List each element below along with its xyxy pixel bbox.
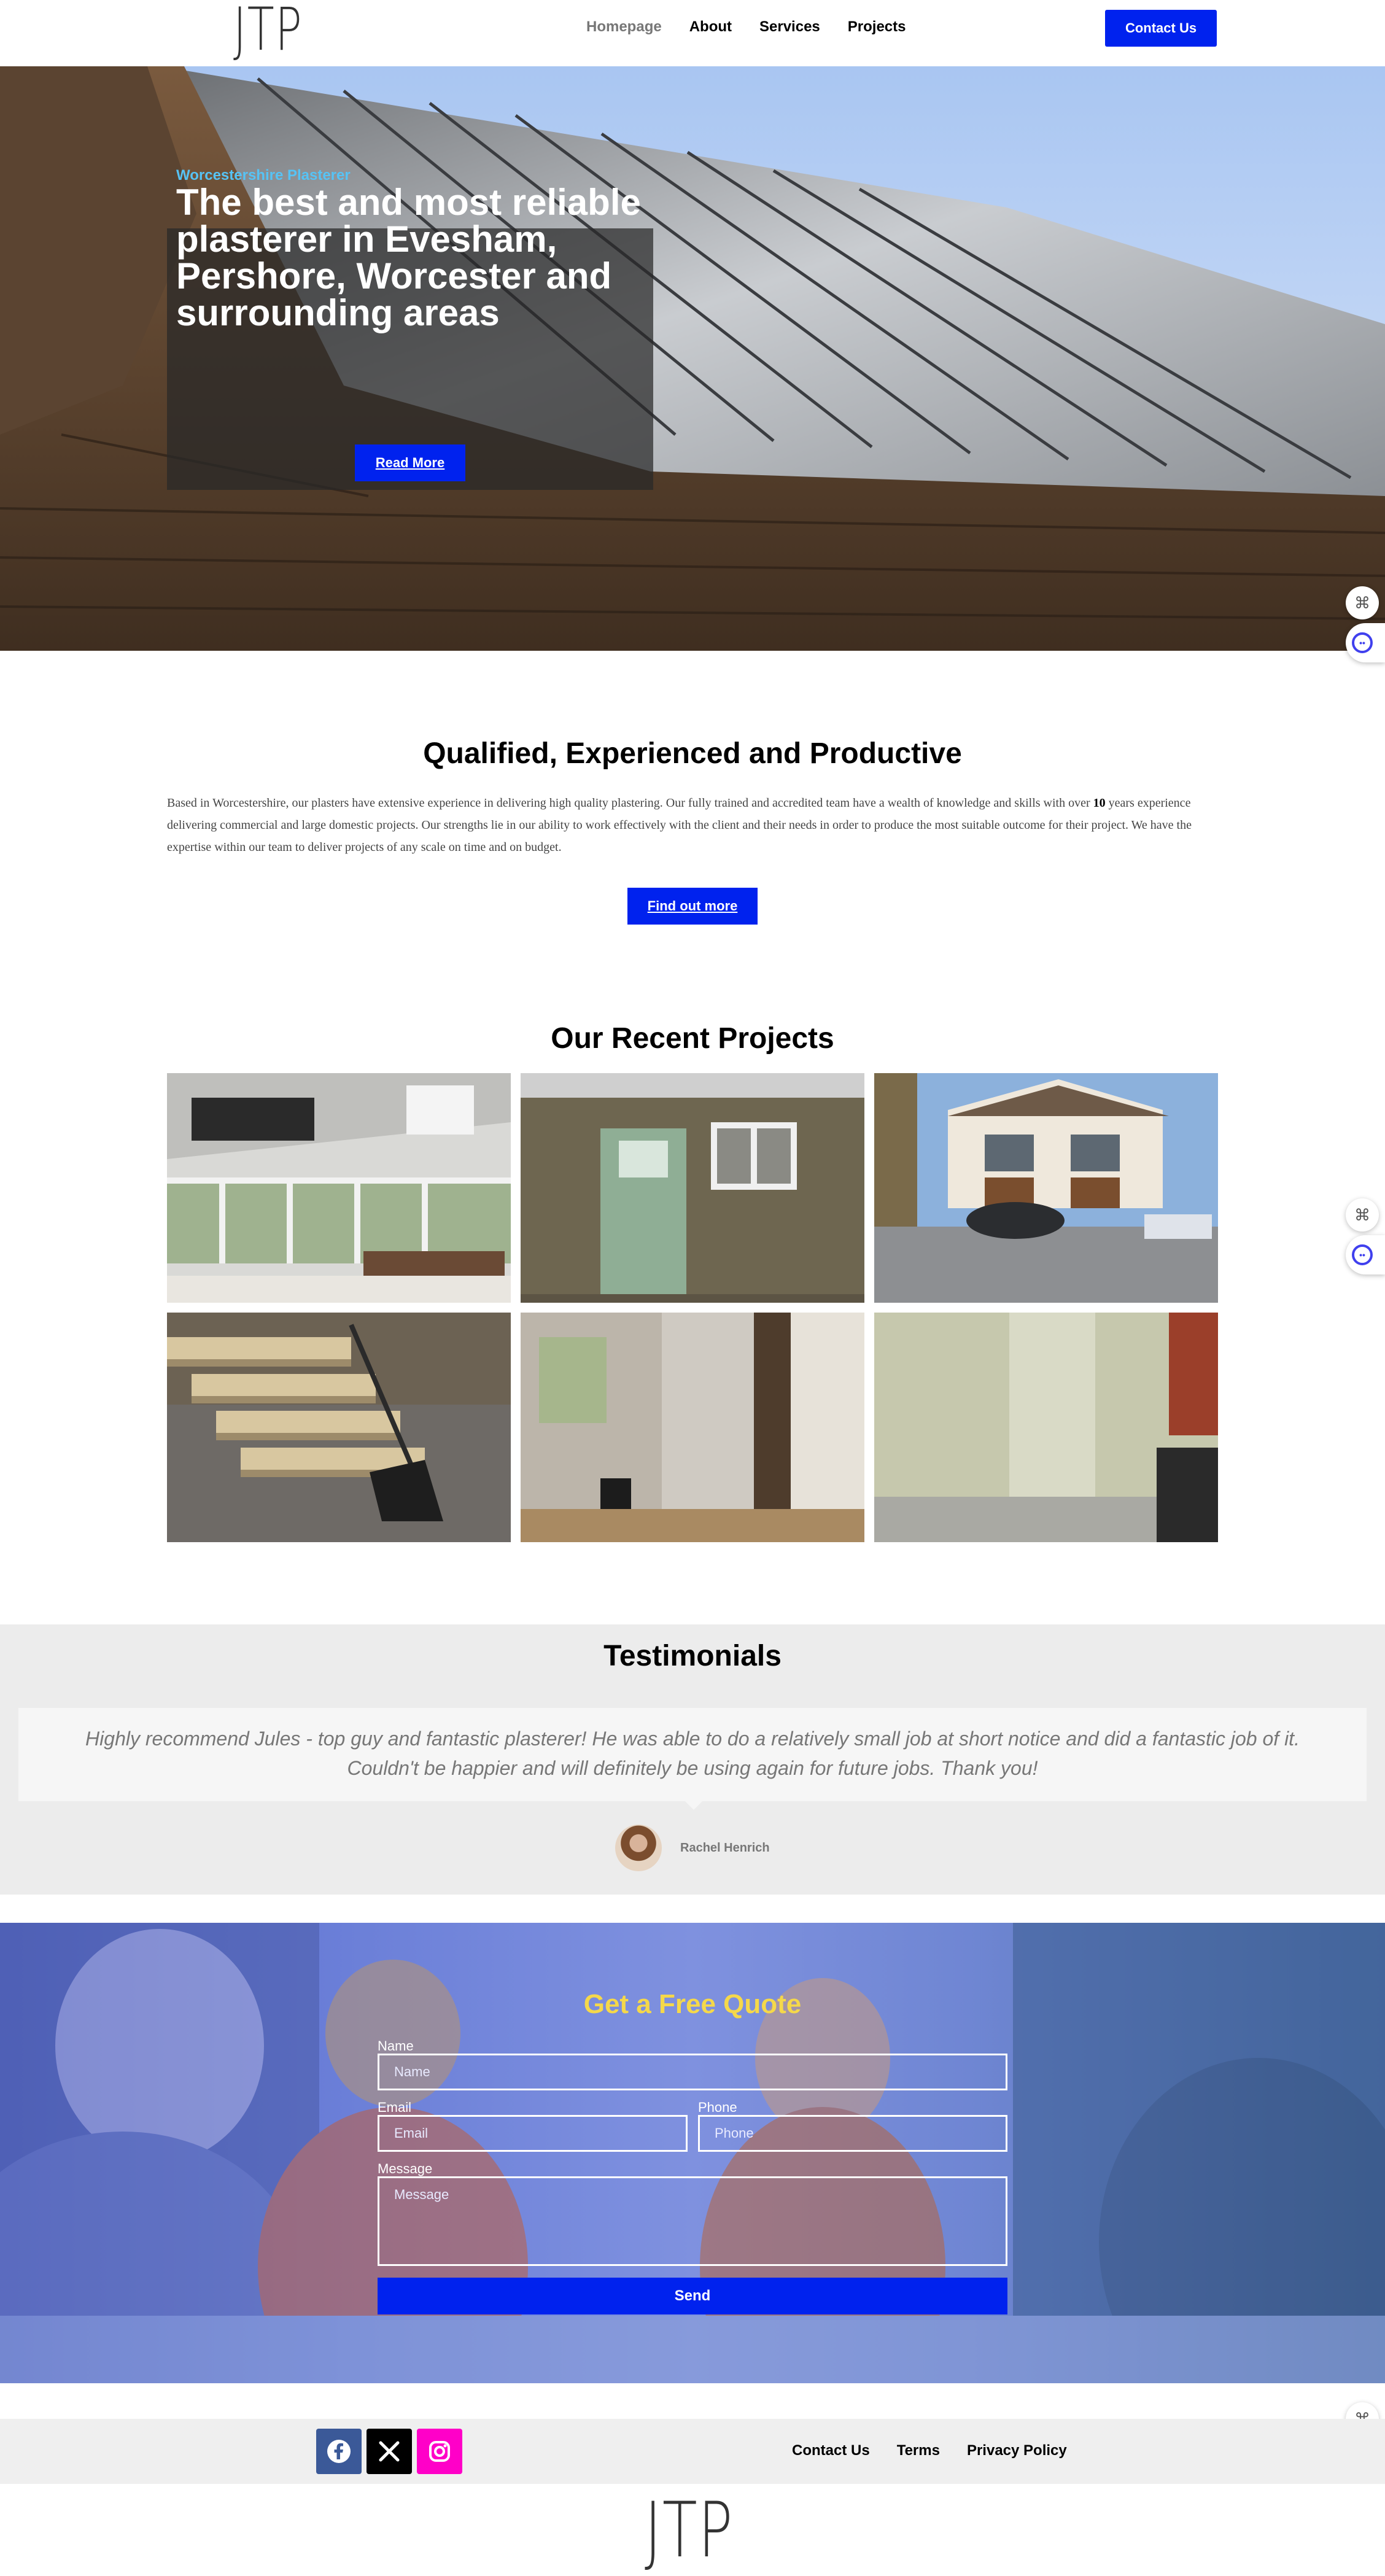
message-textarea[interactable]: Message bbox=[378, 2176, 1007, 2266]
facebook-icon[interactable] bbox=[316, 2429, 362, 2474]
projects-grid bbox=[167, 1073, 1218, 1542]
qualified-heading: Qualified, Experienced and Productive bbox=[423, 737, 962, 770]
site-logo[interactable]: JTP bbox=[233, 0, 303, 59]
name-label: Name bbox=[378, 2038, 414, 2054]
qualified-description: Based in Worcestershire, our plasters ha… bbox=[167, 792, 1218, 858]
email-input[interactable]: Email bbox=[378, 2115, 688, 2152]
quote-heading: Get a Free Quote bbox=[583, 1989, 802, 2019]
avatar bbox=[615, 1825, 662, 1871]
chat-widget-icon[interactable]: •• bbox=[1346, 623, 1385, 662]
projects-heading: Our Recent Projects bbox=[551, 1022, 834, 1055]
nav-homepage[interactable]: Homepage bbox=[586, 18, 662, 36]
footer-logo[interactable]: JTP bbox=[645, 2493, 734, 2569]
project-image[interactable] bbox=[874, 1073, 1218, 1303]
name-input[interactable]: Name bbox=[378, 2054, 1007, 2090]
testimonial-author: Rachel Henrich bbox=[680, 1841, 770, 1855]
description-years: 10 bbox=[1093, 796, 1106, 810]
testimonial-pointer bbox=[685, 1801, 702, 1810]
footer-nav: Contact Us Terms Privacy Policy bbox=[792, 2442, 1067, 2459]
hero-banner bbox=[0, 66, 1385, 651]
message-label: Message bbox=[378, 2161, 433, 2176]
project-image[interactable] bbox=[521, 1073, 864, 1303]
accessibility-icon[interactable]: ⌘ bbox=[1346, 1198, 1379, 1232]
footer-privacy-policy[interactable]: Privacy Policy bbox=[967, 2442, 1067, 2459]
footer-contact-us[interactable]: Contact Us bbox=[792, 2442, 870, 2459]
main-nav: Homepage About Services Projects bbox=[586, 18, 906, 36]
find-out-more-button[interactable]: Find out more bbox=[627, 888, 758, 925]
x-icon[interactable] bbox=[367, 2429, 412, 2474]
chat-widget-icon[interactable]: •• bbox=[1346, 1235, 1385, 1274]
read-more-button[interactable]: Read More bbox=[355, 444, 465, 481]
testimonial-quote: Highly recommend Jules - top guy and fan… bbox=[85, 1728, 1300, 1779]
nav-about[interactable]: About bbox=[689, 18, 732, 36]
site-header: JTP Homepage About Services Projects Con… bbox=[0, 0, 1385, 66]
send-button[interactable]: Send bbox=[378, 2278, 1007, 2314]
phone-label: Phone bbox=[698, 2100, 737, 2115]
hero-title: The best and most reliable plasterer in … bbox=[176, 182, 641, 333]
project-image[interactable] bbox=[521, 1313, 864, 1542]
footer-terms[interactable]: Terms bbox=[897, 2442, 940, 2459]
project-image[interactable] bbox=[167, 1073, 511, 1303]
nav-projects[interactable]: Projects bbox=[848, 18, 906, 36]
testimonials-heading: Testimonials bbox=[603, 1640, 782, 1672]
description-part-1: Based in Worcestershire, our plasters ha… bbox=[167, 796, 1090, 810]
email-label: Email bbox=[378, 2100, 412, 2115]
project-image[interactable] bbox=[874, 1313, 1218, 1542]
phone-input[interactable]: Phone bbox=[698, 2115, 1007, 2152]
footer-bar bbox=[0, 2419, 1385, 2484]
nav-services[interactable]: Services bbox=[759, 18, 820, 36]
contact-us-button[interactable]: Contact Us bbox=[1105, 10, 1217, 47]
accessibility-icon[interactable]: ⌘ bbox=[1346, 586, 1379, 619]
instagram-icon[interactable] bbox=[417, 2429, 462, 2474]
project-image[interactable] bbox=[167, 1313, 511, 1542]
